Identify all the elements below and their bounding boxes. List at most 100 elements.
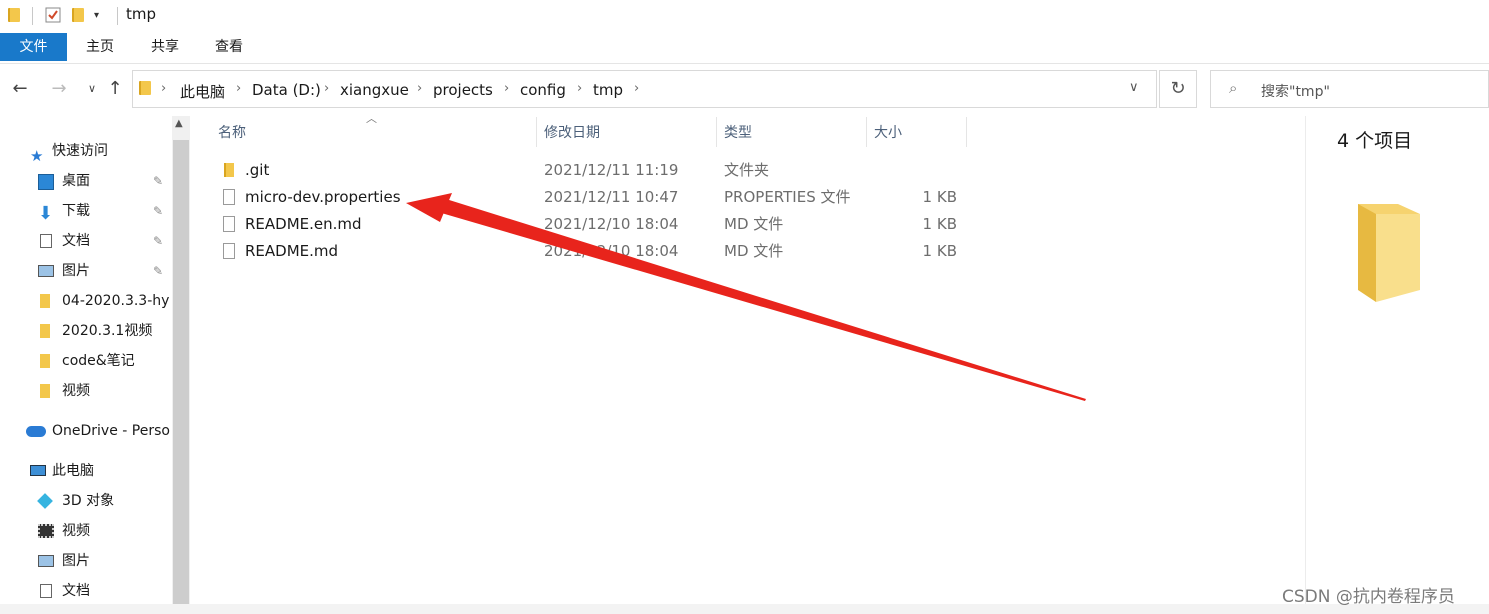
nav-folder-2020[interactable]: 2020.3.1视频 bbox=[0, 317, 172, 345]
nav-quick-access[interactable]: ★ 快速访问 bbox=[0, 137, 172, 165]
back-button[interactable]: ← bbox=[8, 75, 32, 103]
scroll-up-icon[interactable]: ▲ bbox=[175, 118, 183, 129]
chevron-right-icon[interactable]: › bbox=[504, 81, 509, 96]
address-dropdown-icon[interactable]: ∨ bbox=[1129, 80, 1139, 95]
breadcrumb-drive[interactable]: Data (D:) bbox=[252, 81, 321, 99]
nav-scrollbar-thumb[interactable] bbox=[173, 140, 189, 614]
nav-folder-video[interactable]: 视频 bbox=[0, 377, 172, 405]
nav-videos[interactable]: 视频 bbox=[0, 517, 172, 545]
nav-pictures-pc[interactable]: 图片 bbox=[0, 547, 172, 575]
search-input[interactable]: 搜索"tmp" bbox=[1261, 81, 1330, 101]
document-icon bbox=[40, 584, 52, 598]
title-bar: ▾ tmp bbox=[0, 0, 1489, 32]
column-header-name[interactable]: 名称 bbox=[218, 120, 246, 146]
picture-icon bbox=[38, 555, 54, 567]
file-icon bbox=[223, 189, 235, 205]
column-header-date[interactable]: 修改日期 bbox=[544, 120, 600, 146]
file-type: MD 文件 bbox=[724, 242, 784, 260]
tab-share[interactable]: 共享 bbox=[145, 33, 185, 61]
file-row[interactable]: micro-dev.properties 2021/12/11 10:47 PR… bbox=[210, 184, 1300, 211]
breadcrumb-xiangxue[interactable]: xiangxue bbox=[340, 81, 409, 99]
breadcrumb-projects[interactable]: projects bbox=[433, 81, 493, 99]
chevron-right-icon[interactable]: › bbox=[236, 81, 241, 96]
sort-ascending-icon: ︿ bbox=[366, 112, 377, 125]
pin-icon[interactable]: ✎ bbox=[153, 257, 163, 285]
file-icon bbox=[223, 216, 235, 232]
forward-button[interactable]: → bbox=[47, 75, 71, 103]
file-row[interactable]: .git 2021/12/11 11:19 文件夹 bbox=[210, 157, 1300, 184]
download-icon: ⬇ bbox=[38, 203, 54, 224]
nav-downloads[interactable]: ⬇ 下载 ✎ bbox=[0, 197, 172, 225]
nav-folder-code[interactable]: code&笔记 bbox=[0, 347, 172, 375]
nav-this-pc[interactable]: 此电脑 bbox=[0, 457, 172, 485]
video-icon bbox=[38, 524, 54, 538]
chevron-right-icon[interactable]: › bbox=[634, 81, 639, 96]
cloud-icon bbox=[26, 426, 46, 437]
breadcrumb-tmp[interactable]: tmp bbox=[593, 81, 623, 99]
file-name: README.md bbox=[245, 242, 339, 260]
file-date: 2021/12/11 10:47 bbox=[544, 188, 679, 206]
pin-icon[interactable]: ✎ bbox=[153, 197, 163, 225]
computer-icon bbox=[30, 465, 46, 476]
separator bbox=[32, 7, 33, 25]
column-separator[interactable] bbox=[966, 117, 967, 147]
pin-icon[interactable]: ✎ bbox=[153, 167, 163, 195]
file-size: 1 KB bbox=[922, 188, 957, 206]
folder-icon bbox=[1358, 204, 1420, 302]
bottom-strip bbox=[0, 604, 1489, 614]
watermark: CSDN @抗内卷程序员 bbox=[1282, 587, 1455, 607]
nav-pictures[interactable]: 图片 ✎ bbox=[0, 257, 172, 285]
tab-home[interactable]: 主页 bbox=[80, 33, 120, 61]
recent-locations-button[interactable]: ∨ bbox=[80, 75, 104, 103]
details-divider[interactable] bbox=[1305, 116, 1306, 604]
file-date: 2021/12/10 18:04 bbox=[544, 215, 679, 233]
separator bbox=[117, 7, 118, 25]
customize-quick-access-icon[interactable]: ▾ bbox=[94, 6, 99, 24]
up-button[interactable]: ↑ bbox=[103, 75, 127, 103]
properties-checkbox-icon[interactable] bbox=[44, 6, 62, 24]
file-icon bbox=[223, 243, 235, 259]
chevron-right-icon[interactable]: › bbox=[324, 81, 329, 96]
cube-icon bbox=[37, 493, 53, 509]
file-type: PROPERTIES 文件 bbox=[724, 188, 851, 206]
address-bar[interactable]: › 此电脑 › Data (D:) › xiangxue › projects … bbox=[132, 70, 1157, 108]
pin-icon[interactable]: ✎ bbox=[153, 227, 163, 255]
column-separator[interactable] bbox=[866, 117, 867, 147]
nav-documents-pc[interactable]: 文档 bbox=[0, 577, 172, 605]
folder-icon bbox=[40, 294, 50, 308]
file-name: README.en.md bbox=[245, 215, 362, 233]
tab-file[interactable]: 文件 bbox=[0, 33, 67, 61]
star-icon: ★ bbox=[30, 147, 44, 165]
chevron-right-icon[interactable]: › bbox=[417, 81, 422, 96]
folder-icon bbox=[8, 6, 20, 24]
tab-view[interactable]: 查看 bbox=[209, 33, 249, 61]
column-separator[interactable] bbox=[536, 117, 537, 147]
refresh-button[interactable]: ↻ bbox=[1159, 70, 1197, 108]
column-header-type[interactable]: 类型 bbox=[724, 120, 752, 146]
column-header-size[interactable]: 大小 bbox=[874, 120, 902, 146]
file-size: 1 KB bbox=[922, 242, 957, 260]
nav-folder-04[interactable]: 04-2020.3.3-hy bbox=[0, 287, 172, 315]
window-title: tmp bbox=[126, 5, 157, 23]
file-name: micro-dev.properties bbox=[245, 188, 401, 206]
folder-icon bbox=[224, 163, 234, 177]
file-row[interactable]: README.en.md 2021/12/10 18:04 MD 文件 1 KB bbox=[210, 211, 1300, 238]
search-box[interactable]: ⌕ 搜索"tmp" bbox=[1210, 70, 1489, 108]
breadcrumb-config[interactable]: config bbox=[520, 81, 566, 99]
folder-icon bbox=[40, 354, 50, 368]
search-icon: ⌕ bbox=[1229, 79, 1238, 97]
folder-icon bbox=[139, 81, 151, 95]
chevron-right-icon[interactable]: › bbox=[577, 81, 582, 96]
nav-onedrive[interactable]: OneDrive - Perso bbox=[0, 417, 172, 445]
new-folder-icon[interactable] bbox=[72, 6, 84, 24]
file-date: 2021/12/11 11:19 bbox=[544, 161, 679, 179]
nav-desktop[interactable]: 桌面 ✎ bbox=[0, 167, 172, 195]
file-row[interactable]: README.md 2021/12/10 18:04 MD 文件 1 KB bbox=[210, 238, 1300, 265]
chevron-right-icon[interactable]: › bbox=[161, 81, 166, 96]
breadcrumb-this-pc[interactable]: 此电脑 bbox=[180, 81, 225, 102]
nav-3d-objects[interactable]: 3D 对象 bbox=[0, 487, 172, 515]
file-size: 1 KB bbox=[922, 215, 957, 233]
column-separator[interactable] bbox=[716, 117, 717, 147]
folder-icon bbox=[40, 384, 50, 398]
nav-documents[interactable]: 文档 ✎ bbox=[0, 227, 172, 255]
